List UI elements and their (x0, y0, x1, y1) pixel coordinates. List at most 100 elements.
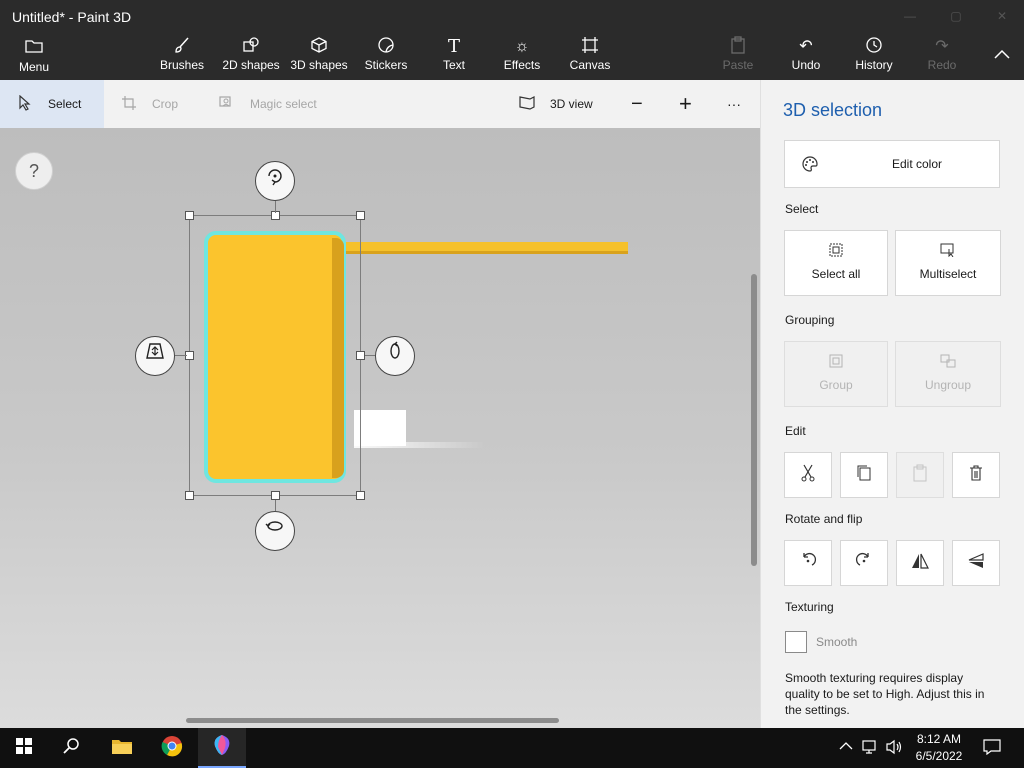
window-title: Untitled* - Paint 3D (12, 9, 132, 25)
paste-panel-button[interactable] (896, 452, 944, 498)
vertical-scrollbar[interactable] (751, 274, 757, 566)
zoom-in-button[interactable]: + (679, 80, 697, 128)
sun-icon: ☼ (514, 38, 530, 55)
gizmo-connector-right (365, 355, 375, 356)
copy-button[interactable] (840, 452, 888, 498)
edit-heading: Edit (785, 424, 806, 438)
paste-icon (718, 36, 758, 58)
2d-shapes-icon (220, 36, 282, 58)
rotate-right-button[interactable] (840, 540, 888, 586)
rotate-y-axis-gizmo[interactable] (375, 336, 415, 376)
sticker-icon (362, 36, 410, 58)
rotate-left-button[interactable] (784, 540, 832, 586)
delete-button[interactable] (952, 452, 1000, 498)
show-hidden-icons[interactable] (839, 739, 853, 754)
undo-button[interactable]: ↶ Undo (786, 36, 826, 80)
text-button[interactable]: T Text (434, 36, 474, 80)
rotate-left-icon (799, 552, 817, 575)
paste-label: Paste (722, 58, 754, 72)
windows-logo-icon (16, 737, 32, 759)
magic-select-tool[interactable]: Magic select (218, 80, 328, 128)
crop-icon (120, 95, 138, 113)
collapse-ribbon-icon[interactable] (994, 46, 1010, 62)
pointer-icon (16, 94, 34, 114)
gizmo-connector-top (275, 201, 276, 213)
flip-vertical-button[interactable] (952, 540, 1000, 586)
search-button[interactable] (48, 728, 96, 768)
effects-button[interactable]: ☼ Effects (502, 36, 542, 80)
volume-icon[interactable] (886, 739, 904, 758)
brushes-button[interactable]: Brushes (157, 36, 207, 80)
resize-handle-bottom-left[interactable] (185, 491, 194, 500)
resize-handle-top-right[interactable] (356, 211, 365, 220)
file-explorer-icon (111, 737, 133, 760)
taskbar-chrome[interactable] (148, 728, 196, 768)
multiselect-button[interactable]: Multiselect (895, 230, 1001, 296)
white-3d-object[interactable] (354, 410, 406, 446)
cut-button[interactable] (784, 452, 832, 498)
history-label: History (855, 58, 893, 72)
taskbar-file-explorer[interactable] (98, 728, 146, 768)
more-options-button[interactable]: ··· (727, 80, 747, 128)
ungroup-button[interactable]: Ungroup (895, 341, 1001, 407)
push-depth-icon (144, 343, 166, 366)
resize-handle-bottom[interactable] (271, 491, 280, 500)
push-depth-gizmo[interactable] (135, 336, 175, 376)
canvas-icon (568, 36, 612, 58)
history-button[interactable]: History (852, 36, 896, 80)
redo-label: Redo (927, 58, 957, 72)
folder-icon (14, 38, 54, 60)
select-tool[interactable]: Select (0, 80, 104, 128)
edit-color-button[interactable]: Edit color (784, 140, 1000, 188)
select-all-button[interactable]: Select all (784, 230, 888, 296)
panel-title: 3D selection (783, 100, 883, 120)
zoom-out-button[interactable]: − (631, 80, 649, 128)
white-object-reflection (354, 442, 484, 448)
rotate-z-icon (264, 521, 286, 541)
paste-button[interactable]: Paste (718, 36, 758, 80)
rotate-x-axis-gizmo[interactable] (255, 161, 295, 201)
flip-horizontal-button[interactable] (896, 540, 944, 586)
select-all-icon (785, 243, 887, 261)
action-center-icon[interactable] (983, 739, 1001, 758)
smooth-checkbox[interactable] (785, 631, 807, 653)
network-icon[interactable] (862, 739, 880, 758)
minimize-button[interactable]: — (900, 6, 920, 26)
cube-icon (288, 36, 350, 58)
crop-label: Crop (152, 97, 179, 111)
redo-button[interactable]: ↷ Redo (924, 36, 960, 80)
resize-handle-bottom-right[interactable] (356, 491, 365, 500)
gizmo-connector-left (175, 355, 187, 356)
windows-taskbar: 8:12 AM 6/5/2022 (0, 728, 1024, 768)
2d-shapes-button[interactable]: 2D shapes (220, 36, 282, 80)
taskbar-paint-3d[interactable] (198, 728, 246, 768)
taskbar-clock[interactable]: 8:12 AM 6/5/2022 (910, 731, 968, 765)
drawing-canvas[interactable]: ? (0, 128, 760, 728)
help-button[interactable]: ? (15, 152, 53, 190)
rotate-z-axis-gizmo[interactable] (255, 511, 295, 551)
close-button[interactable]: ✕ (992, 6, 1012, 26)
3d-shapes-button[interactable]: 3D shapes (288, 36, 350, 80)
text-icon: T (447, 36, 460, 57)
3d-view-toggle[interactable]: 3D view (518, 80, 598, 128)
crop-tool[interactable]: Crop (120, 80, 190, 128)
selection-bounding-box (189, 215, 361, 496)
text-label: Text (442, 58, 465, 72)
start-button[interactable] (0, 728, 48, 768)
grouping-heading: Grouping (785, 313, 835, 327)
group-button[interactable]: Group (784, 341, 888, 407)
paint-3d-icon (212, 734, 232, 761)
yellow-3d-bar-object[interactable] (338, 242, 628, 254)
3d-view-icon (518, 95, 536, 113)
rotate-vertical-icon (264, 169, 286, 191)
paste-panel-icon (912, 464, 928, 487)
resize-handle-top-left[interactable] (185, 211, 194, 220)
horizontal-scrollbar[interactable] (186, 718, 559, 723)
maximize-button[interactable]: ▢ (946, 6, 966, 26)
stickers-button[interactable]: Stickers (362, 36, 410, 80)
select-all-label: Select all (811, 267, 861, 281)
magic-select-icon (218, 95, 236, 113)
canvas-button[interactable]: Canvas (568, 36, 612, 80)
resize-handle-right[interactable] (356, 351, 365, 360)
menu-button[interactable]: Menu (14, 38, 54, 82)
